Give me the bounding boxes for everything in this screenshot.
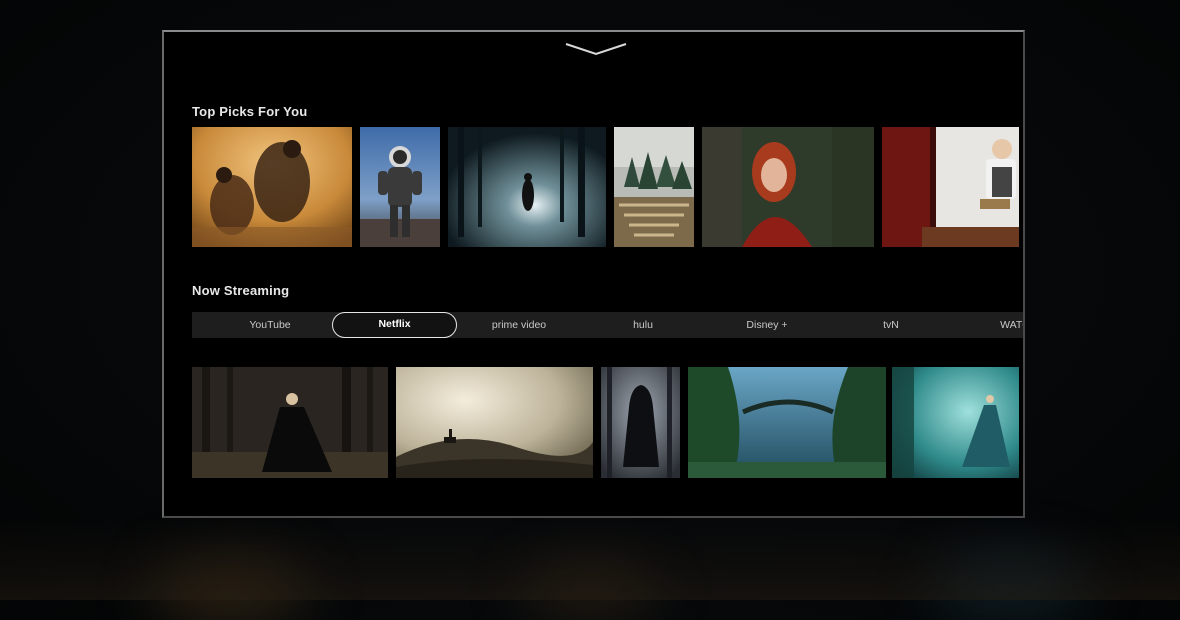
streaming-tile-5[interactable] (892, 367, 1019, 478)
horseman-hill-poster-icon (396, 367, 593, 478)
streaming-tile-1[interactable] (192, 367, 388, 478)
ambient-glow-center (520, 565, 660, 615)
top-pick-tile-4[interactable] (614, 127, 694, 247)
tab-disney-plus[interactable]: Disney + (705, 312, 829, 338)
now-streaming-title: Now Streaming (192, 283, 290, 298)
reading-girl-poster-icon (882, 127, 1019, 247)
ambient-glow-left (150, 560, 310, 620)
jungle-bridge-poster-icon (688, 367, 886, 478)
top-pick-tile-3[interactable] (448, 127, 606, 247)
chevron-down-icon[interactable] (564, 42, 628, 56)
top-pick-tile-1[interactable] (192, 127, 352, 247)
streaming-tile-3[interactable] (601, 367, 680, 478)
foggy-forest-headlights-poster-icon (448, 127, 606, 247)
room-floor (0, 520, 1180, 600)
tv-screen: Top Picks For You Now Streaming YouTube … (162, 30, 1025, 518)
tab-hulu[interactable]: hulu (581, 312, 705, 338)
tab-tvn[interactable]: tvN (829, 312, 953, 338)
hooded-figure-poster-icon (601, 367, 680, 478)
desert-travelers-poster-icon (192, 127, 352, 247)
top-pick-tile-2[interactable] (360, 127, 440, 247)
ambient-glow-right (930, 555, 1090, 615)
tab-youtube[interactable]: YouTube (208, 312, 332, 338)
dark-forest-gown-poster-icon (192, 367, 388, 478)
streaming-tile-4[interactable] (688, 367, 886, 478)
hedge-maze-poster-icon (614, 127, 694, 247)
top-picks-title: Top Picks For You (192, 104, 308, 119)
streaming-tile-2[interactable] (396, 367, 593, 478)
streaming-service-tabs: YouTube Netflix prime video hulu Disney … (192, 312, 1023, 338)
top-pick-tile-5[interactable] (702, 127, 874, 247)
tab-netflix[interactable]: Netflix (332, 312, 457, 338)
tab-watcha[interactable]: WATC (953, 312, 1023, 338)
top-pick-tile-6[interactable] (882, 127, 1019, 247)
tab-prime-video[interactable]: prime video (457, 312, 581, 338)
astronaut-poster-icon (360, 127, 440, 247)
blue-mist-lady-poster-icon (892, 367, 1019, 478)
red-hood-girl-poster-icon (702, 127, 874, 247)
